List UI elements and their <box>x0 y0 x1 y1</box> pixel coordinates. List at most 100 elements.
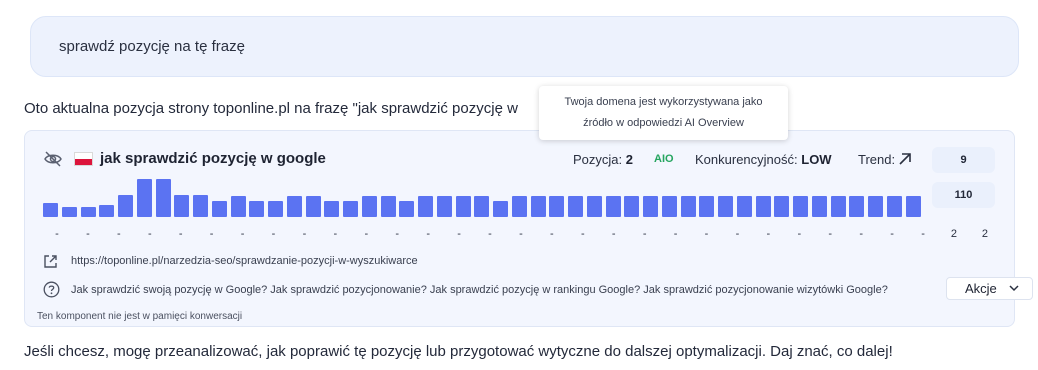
history-tick-label: - <box>457 228 461 240</box>
history-tick-label: - <box>55 228 59 240</box>
history-tick-label: - <box>580 228 585 240</box>
history-bar <box>268 201 283 217</box>
related-questions: Jak sprawdzić swoją pozycję w Google? Ja… <box>71 284 888 296</box>
history-bar <box>736 196 752 217</box>
actions-label: Akcje <box>965 281 997 296</box>
history-bar <box>680 196 696 217</box>
history-bar <box>418 196 433 217</box>
history-tick-label: - <box>766 228 771 240</box>
eye-off-icon[interactable] <box>43 151 63 167</box>
history-bar <box>774 196 790 217</box>
history-bar <box>699 196 715 217</box>
history-bar <box>343 201 358 217</box>
history-bar <box>230 196 246 217</box>
history-bar <box>361 196 377 217</box>
chevron-down-icon <box>1009 285 1019 292</box>
search-volume-badge-bottom: 110 <box>932 182 995 208</box>
history-tick-label: - <box>426 228 430 240</box>
history-tick-label: - <box>611 228 616 240</box>
search-volume-badge-top: 9 <box>932 147 995 173</box>
history-bar <box>286 196 302 217</box>
history-bar <box>661 196 677 217</box>
history-bar <box>43 203 58 217</box>
question-circle-icon <box>43 281 60 298</box>
user-message-text: sprawdź pozycję na tę frazę <box>59 38 245 55</box>
history-bar <box>305 196 321 217</box>
history-tick-label: - <box>519 228 523 240</box>
tooltip-line-1: Twoja domena jest wykorzystywana jako <box>564 96 763 108</box>
competition-value: LOW <box>801 152 832 167</box>
competition-label: Konkurencyjność: <box>695 152 798 167</box>
history-tick-label: - <box>488 228 492 240</box>
poland-flag-icon <box>74 152 93 166</box>
competition-info: Konkurencyjność: LOW <box>695 152 832 167</box>
history-bar <box>436 196 452 217</box>
history-bar <box>511 196 527 217</box>
history-tick-label: - <box>209 228 214 240</box>
tooltip-line-2: źródło w odpowiedzi AI Overview <box>583 117 744 129</box>
history-bar <box>80 207 96 217</box>
history-tick-label: - <box>271 228 276 240</box>
history-tick-label: - <box>240 228 245 240</box>
history-bar <box>99 205 115 217</box>
memory-note: Ten komponent nie jest w pamięci konwers… <box>37 311 243 322</box>
history-bar <box>493 201 508 217</box>
history-bar <box>530 196 546 217</box>
history-tick-label: - <box>921 228 925 240</box>
history-tick-label: - <box>117 228 121 240</box>
history-bar <box>324 201 340 217</box>
ranking-url[interactable]: https://toponline.pl/narzedzia-seo/spraw… <box>71 255 418 267</box>
aio-badge[interactable]: AIO <box>654 153 674 165</box>
history-tick-label: - <box>302 228 307 240</box>
history-bar <box>549 196 565 217</box>
history-bar <box>586 196 602 217</box>
history-bar <box>399 201 415 217</box>
history-tick-label: 2 <box>981 228 988 240</box>
history-tick-label: 2 <box>950 228 958 240</box>
history-bar <box>249 201 265 217</box>
position-history-chart <box>43 177 923 217</box>
history-bar <box>793 196 808 217</box>
history-bar <box>718 196 733 217</box>
history-tick-label: - <box>333 228 338 240</box>
aio-tooltip: Twoja domena jest wykorzystywana jako źr… <box>539 86 788 140</box>
history-tick-label: - <box>704 228 709 240</box>
history-tick-label: - <box>890 228 894 240</box>
history-tick-label: - <box>364 228 369 240</box>
actions-dropdown[interactable]: Akcje <box>946 277 1033 300</box>
history-bar <box>811 196 827 217</box>
keyword-title: jak sprawdzić pozycję w google <box>100 150 326 167</box>
history-bar <box>643 196 658 217</box>
position-info: Pozycja: 2 <box>573 152 633 167</box>
history-bar <box>174 195 190 217</box>
history-tick-label: - <box>735 228 740 240</box>
history-tick-label: - <box>828 228 833 240</box>
history-tick-label: - <box>86 228 90 240</box>
position-value: 2 <box>625 152 633 167</box>
history-tick-label: - <box>859 228 863 240</box>
history-bar <box>605 196 621 217</box>
history-tick-label: - <box>642 228 647 240</box>
arrow-up-right-icon <box>899 153 911 165</box>
history-bar <box>755 196 771 217</box>
position-label: Pozycja: <box>573 152 623 167</box>
history-bar <box>193 195 208 217</box>
history-tick-label: - <box>395 228 400 240</box>
history-bar <box>61 207 77 217</box>
history-bar <box>136 179 152 217</box>
history-bar <box>380 196 396 217</box>
history-bar <box>886 196 902 217</box>
history-bar <box>474 196 490 217</box>
history-bar <box>155 179 171 217</box>
history-tick-label: - <box>147 228 152 240</box>
history-tick-label: - <box>673 228 678 240</box>
history-bar <box>830 196 846 217</box>
external-link-icon[interactable] <box>43 254 58 269</box>
user-message-bubble: sprawdź pozycję na tę frazę <box>30 16 1019 77</box>
history-tick-label: - <box>550 228 554 240</box>
assistant-reply-outro: Jeśli chcesz, mogę przeanalizować, jak p… <box>24 343 893 360</box>
history-bar <box>118 195 133 217</box>
trend-label: Trend: <box>858 152 896 167</box>
history-bar <box>868 196 883 217</box>
history-bar <box>211 201 227 217</box>
